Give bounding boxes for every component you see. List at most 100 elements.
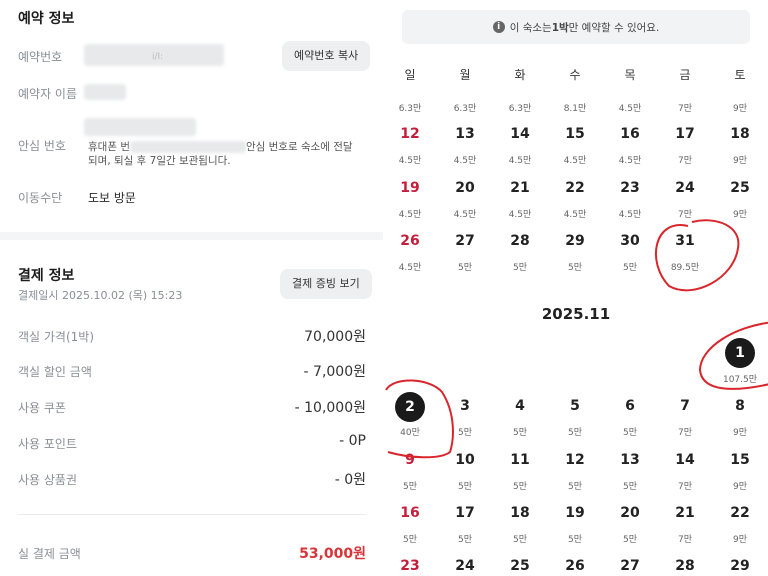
- day-price: 5만: [567, 263, 582, 273]
- calendar-day[interactable]: 31: [660, 233, 710, 249]
- calendar-day[interactable]: 14: [495, 126, 545, 142]
- calendar-panel: i 이 숙소는 1박 만 예약할 수 있어요. 일 월 화 수 목 금 토 6.3만 6.3만 6.…: [384, 0, 768, 576]
- month-title-nov: 2025.11: [541, 305, 611, 323]
- calendar-day[interactable]: 18: [715, 126, 765, 142]
- section-divider: [0, 232, 383, 240]
- calendar-day[interactable]: 7: [660, 398, 710, 414]
- gift-card-label: 사용 상품권: [18, 473, 78, 487]
- day-price: 9만: [732, 482, 747, 492]
- calendar-day[interactable]: 19: [550, 505, 600, 521]
- points-label: 사용 포인트: [18, 437, 78, 451]
- day-price: 7만: [677, 156, 692, 166]
- day-price: 5만: [512, 482, 527, 492]
- selected-day-nov1[interactable]: 1: [725, 338, 755, 368]
- calendar-day[interactable]: 13: [440, 126, 490, 142]
- calendar-day[interactable]: 25: [495, 558, 545, 574]
- day-price: 9만: [732, 210, 747, 220]
- copy-reservation-number-button[interactable]: 예약번호 복사: [282, 41, 371, 71]
- calendar-day[interactable]: 21: [660, 505, 710, 521]
- calendar-day[interactable]: 11: [495, 452, 545, 468]
- calendar-day[interactable]: 12: [550, 452, 600, 468]
- calendar-day[interactable]: 14: [660, 452, 710, 468]
- calendar-day[interactable]: 16: [605, 126, 655, 142]
- calendar-day[interactable]: 18: [495, 505, 545, 521]
- calendar-day[interactable]: 26: [550, 558, 600, 574]
- one-night-notice: i 이 숙소는 1박 만 예약할 수 있어요.: [402, 10, 750, 44]
- calendar-day[interactable]: 22: [715, 505, 765, 521]
- calendar-day[interactable]: 27: [440, 233, 490, 249]
- coupon-label: 사용 쿠폰: [18, 401, 66, 415]
- day-price: 107.5만: [722, 375, 758, 385]
- reservation-number-label: 예약번호: [18, 50, 63, 64]
- calendar-day[interactable]: 10: [440, 452, 490, 468]
- calendar-day[interactable]: 17: [440, 505, 490, 521]
- calendar-day[interactable]: 27: [605, 558, 655, 574]
- calendar-day[interactable]: 20: [605, 505, 655, 521]
- weekday-header: 금: [679, 68, 691, 82]
- calendar-day[interactable]: 23: [385, 558, 435, 574]
- calendar-day[interactable]: 13: [605, 452, 655, 468]
- day-price: 5만: [622, 482, 637, 492]
- calendar-day[interactable]: 12: [385, 126, 435, 142]
- calendar-day[interactable]: 5: [550, 398, 600, 414]
- day-price: 5만: [457, 535, 472, 545]
- day-price: 6.3만: [508, 104, 532, 114]
- calendar-day[interactable]: 26: [385, 233, 435, 249]
- calendar-day[interactable]: 30: [605, 233, 655, 249]
- calendar-day[interactable]: 28: [660, 558, 710, 574]
- calendar-day[interactable]: 29: [715, 558, 765, 574]
- annotation-circle-nov2: [385, 379, 454, 459]
- notice-bold: 1박: [551, 21, 569, 34]
- day-price: 7만: [677, 104, 692, 114]
- room-discount-label: 객실 할인 금액: [18, 365, 92, 379]
- calendar-day[interactable]: 8: [715, 398, 765, 414]
- room-price-value: 70,000원: [304, 329, 366, 345]
- calendar-day[interactable]: 6: [605, 398, 655, 414]
- calendar-day[interactable]: 4: [495, 398, 545, 414]
- calendar-day[interactable]: 21: [495, 180, 545, 196]
- calendar-day[interactable]: 24: [440, 558, 490, 574]
- day-price: 40만: [400, 428, 420, 438]
- day-price: 7만: [677, 482, 692, 492]
- day-price: 5만: [622, 535, 637, 545]
- calendar-day[interactable]: 23: [605, 180, 655, 196]
- calendar-day[interactable]: 22: [550, 180, 600, 196]
- coupon-value: - 10,000원: [294, 400, 366, 416]
- selected-day-nov2[interactable]: 2: [395, 392, 425, 422]
- calendar-day[interactable]: 15: [550, 126, 600, 142]
- day-price: 5만: [567, 482, 582, 492]
- room-discount-value: - 7,000원: [303, 364, 366, 380]
- calendar-day[interactable]: 29: [550, 233, 600, 249]
- calendar-day[interactable]: 16: [385, 505, 435, 521]
- total-label: 실 결제 금액: [18, 547, 81, 561]
- day-price: 9만: [732, 535, 747, 545]
- day-price: 4.5만: [398, 156, 422, 166]
- day-price: 4.5만: [618, 104, 642, 114]
- calendar-day[interactable]: 25: [715, 180, 765, 196]
- day-price: 5만: [512, 535, 527, 545]
- calendar-day[interactable]: 17: [660, 126, 710, 142]
- day-price: 4.5만: [618, 210, 642, 220]
- calendar-day[interactable]: 20: [440, 180, 490, 196]
- guest-name-label: 예약자 이름: [18, 87, 78, 101]
- day-price: 9만: [732, 156, 747, 166]
- notice-prefix: 이 숙소는: [509, 21, 552, 34]
- day-price: 5만: [457, 482, 472, 492]
- payment-date: 결제일시 2025.10.02 (목) 15:23: [18, 289, 183, 302]
- day-price: 5만: [457, 263, 472, 273]
- total-divider: [18, 514, 366, 515]
- calendar-day[interactable]: 19: [385, 180, 435, 196]
- calendar-day[interactable]: 3: [440, 398, 490, 414]
- view-receipt-button[interactable]: 결제 증빙 보기: [280, 269, 372, 299]
- calendar-day[interactable]: 15: [715, 452, 765, 468]
- reservation-panel: 예약 정보 예약번호 i/I: 예약번호 복사 예약자 이름 안심 번호 휴대폰…: [0, 0, 383, 576]
- calendar-day[interactable]: 28: [495, 233, 545, 249]
- calendar-day[interactable]: 24: [660, 180, 710, 196]
- day-price: 5만: [567, 535, 582, 545]
- transport-label: 이동수단: [18, 191, 63, 205]
- day-price: 6.3만: [398, 104, 422, 114]
- calendar-day[interactable]: 9: [385, 452, 435, 468]
- screenshot-root: 예약 정보 예약번호 i/I: 예약번호 복사 예약자 이름 안심 번호 휴대폰…: [0, 0, 768, 576]
- weekday-header: 수: [569, 68, 581, 82]
- annotation-circle-oct31: [654, 219, 740, 292]
